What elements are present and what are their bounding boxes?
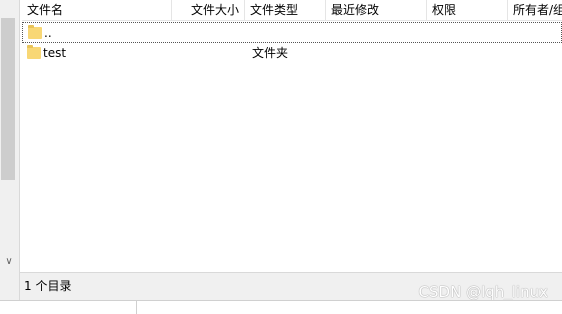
column-header-filetype[interactable]: 文件类型 [245,0,326,20]
table-row-parent-directory[interactable]: .. [22,22,562,43]
left-pane: ∨ [0,0,20,300]
file-type: 文件夹 [252,46,289,60]
folder-icon [27,45,41,59]
column-header-owner[interactable]: 所有者/组 [508,0,562,20]
bottom-panel-strip [0,300,562,314]
column-header-bar: 文件名 ^ 文件大小 文件类型 最近修改 权限 所有者/组 [22,0,562,21]
bottom-divider [136,301,137,314]
file-name: .. [44,26,52,40]
column-header-filesize-label: 文件大小 [190,3,239,17]
left-scrollbar-thumb[interactable] [1,18,15,180]
column-header-owner-label: 所有者/组 [513,3,562,17]
status-text: 1 个目录 [24,279,72,293]
scroll-down-arrow-icon[interactable]: ∨ [1,255,17,269]
column-header-modified[interactable]: 最近修改 [326,0,427,20]
file-name: test [43,46,67,60]
table-row-test[interactable]: test 文件夹 [22,43,562,64]
column-header-modified-label: 最近修改 [331,3,380,17]
column-header-filesize[interactable]: 文件大小 [172,0,245,20]
column-header-permissions[interactable]: 权限 [427,0,508,20]
sort-ascending-icon: ^ [92,0,100,6]
column-header-filename[interactable]: 文件名 ^ [22,0,172,20]
folder-icon [28,25,42,39]
remote-file-list[interactable]: 文件名 ^ 文件大小 文件类型 最近修改 权限 所有者/组 .. test 文件… [22,0,562,272]
column-header-permissions-label: 权限 [432,3,457,17]
watermark-text: CSDN @lqh_linux [418,283,548,301]
column-header-filetype-label: 文件类型 [250,3,299,17]
column-header-filename-label: 文件名 [27,3,64,17]
